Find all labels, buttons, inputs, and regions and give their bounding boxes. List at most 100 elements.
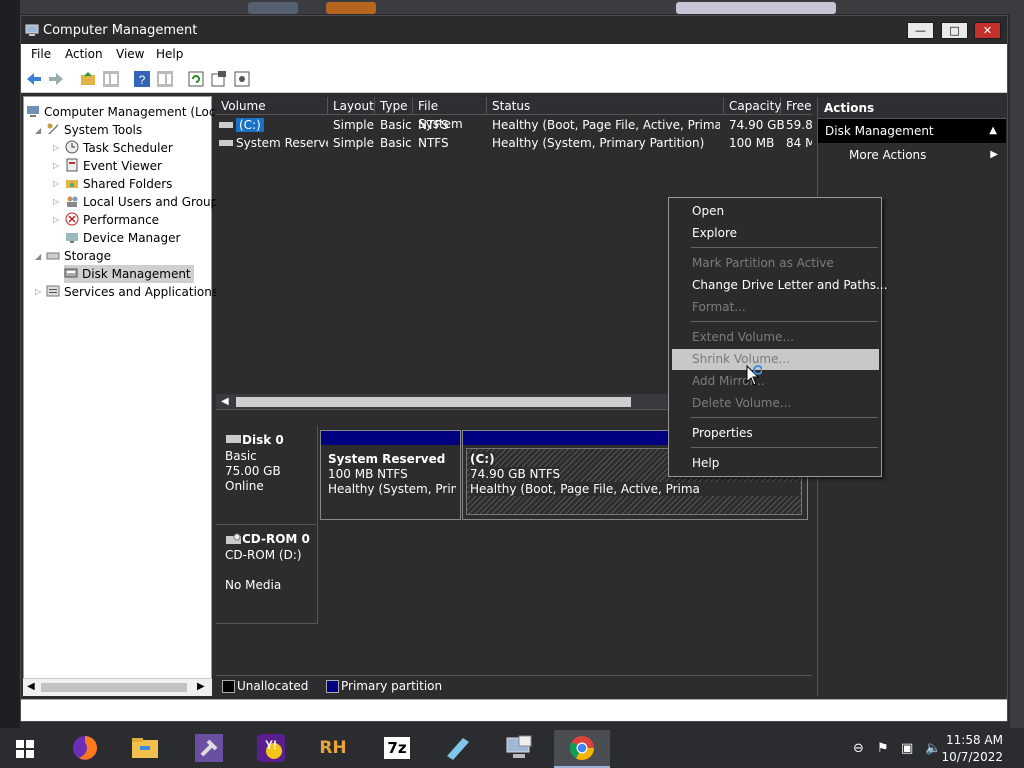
yahoo-messenger-icon[interactable]: Y! [252, 732, 290, 764]
partition-name: (C:) [470, 452, 495, 466]
hammer-app-icon[interactable] [190, 732, 228, 764]
tree-item-event-viewer[interactable]: Event Viewer [65, 157, 162, 175]
cdrom-icon [226, 533, 241, 544]
tree-item-performance[interactable]: Performance [65, 211, 159, 229]
expand-arrow-icon[interactable]: ▷ [53, 215, 59, 224]
more-actions-item[interactable]: More Actions ▶ [818, 143, 1006, 167]
partition-system-reserved[interactable]: System Reserved 100 MB NTFS Healthy (Sys… [320, 430, 461, 520]
ctx-properties[interactable]: Properties [672, 423, 879, 444]
disk-size: 75.00 GB [225, 464, 281, 478]
tree-item-disk-management[interactable]: Disk Management [64, 265, 194, 283]
scroll-right-icon[interactable]: ▶ [197, 681, 205, 692]
cell-volume: (C:) [236, 118, 264, 132]
clock-time[interactable]: 11:58 AM [946, 733, 1003, 747]
cell-type: Basic [380, 118, 412, 132]
file-explorer-icon[interactable] [126, 732, 164, 764]
table-row[interactable]: System Reserved Simple Basic NTFS Health… [216, 134, 812, 152]
ctx-delete-volume[interactable]: Delete Volume... [672, 393, 879, 414]
scrollbar-thumb[interactable] [41, 683, 187, 692]
menu-help[interactable]: Help [156, 47, 183, 61]
expand-arrow-icon[interactable]: ▷ [53, 143, 59, 152]
actions-section-disk-management[interactable]: Disk Management ▲ [818, 119, 1006, 143]
chrome-icon[interactable] [554, 730, 610, 768]
back-arrow-icon[interactable] [25, 70, 43, 88]
clock-date[interactable]: 10/7/2022 [941, 750, 1003, 764]
disk-0-label[interactable]: Disk 0 Basic 75.00 GB Online [216, 426, 318, 525]
table-row[interactable]: (C:) Simple Basic NTFS Healthy (Boot, Pa… [216, 116, 812, 134]
column-header-layout[interactable]: Layout [328, 97, 375, 115]
title-bar[interactable]: Computer Management — □ ✕ [21, 16, 1007, 44]
chevron-right-icon: ▶ [990, 149, 998, 160]
show-hide-tree-icon[interactable] [102, 70, 120, 88]
menu-file[interactable]: File [31, 47, 51, 61]
collapse-up-icon[interactable]: ▲ [989, 119, 997, 143]
tray-network-icon[interactable]: ▣ [901, 741, 915, 756]
cell-capacity: 74.90 GB [729, 118, 785, 132]
tree-item-local-users[interactable]: Local Users and Groups [65, 193, 225, 211]
tree-item-storage[interactable]: Storage [46, 247, 111, 265]
windows-start-icon[interactable] [16, 740, 34, 758]
column-header-capacity[interactable]: Capacity [724, 97, 781, 115]
drive-icon [219, 140, 233, 146]
ctx-change-drive-letter[interactable]: Change Drive Letter and Paths... [672, 275, 887, 296]
tree-label: Shared Folders [83, 177, 173, 191]
tree-item-task-scheduler[interactable]: Task Scheduler [65, 139, 173, 157]
notepad-app-icon[interactable] [438, 732, 476, 764]
column-header-status[interactable]: Status [487, 97, 724, 115]
ctx-extend-volume[interactable]: Extend Volume... [672, 327, 879, 348]
svg-text:?: ? [139, 73, 146, 87]
firefox-icon[interactable] [66, 732, 104, 764]
ctx-format[interactable]: Format... [672, 297, 879, 318]
help-icon[interactable]: ? [133, 70, 151, 88]
column-header-free[interactable]: Free [781, 97, 812, 115]
expand-arrow-icon[interactable]: ▷ [53, 197, 59, 206]
menu-view[interactable]: View [116, 47, 144, 61]
cdrom-0-label[interactable]: CD-ROM 0 CD-ROM (D:) No Media [216, 525, 318, 624]
scroll-left-icon[interactable]: ◀ [221, 396, 229, 407]
desktop-icon[interactable] [248, 2, 298, 14]
column-header-type[interactable]: Type [375, 97, 413, 115]
desktop-icon[interactable] [326, 2, 376, 14]
tree-item-device-manager[interactable]: Device Manager [65, 229, 180, 247]
tray-volume-icon[interactable]: 🔈 [925, 741, 941, 756]
maximize-button[interactable]: □ [941, 22, 968, 39]
refresh-icon[interactable] [187, 70, 205, 88]
expand-arrow-icon[interactable]: ▷ [53, 179, 59, 188]
tray-flag-icon[interactable]: ⚑ [877, 741, 891, 756]
column-header-file-system[interactable]: File System [413, 97, 487, 131]
settings-icon[interactable] [233, 70, 251, 88]
column-header-volume[interactable]: Volume [216, 97, 328, 115]
cell-type: Basic [380, 136, 412, 150]
seven-zip-icon[interactable]: 7z [378, 732, 416, 764]
ctx-explore[interactable]: Explore [672, 223, 879, 244]
menu-bar: File Action View Help [21, 44, 1007, 65]
collapse-arrow-icon[interactable]: ◢ [35, 126, 41, 135]
up-folder-icon[interactable] [79, 70, 97, 88]
tree-horizontal-scrollbar[interactable]: ◀ ▶ [23, 678, 212, 696]
expand-arrow-icon[interactable]: ▷ [53, 161, 59, 170]
tree-item-computer-management[interactable]: Computer Management (Local [26, 103, 226, 121]
cell-file-system: NTFS [418, 136, 449, 150]
ctx-shrink-volume[interactable]: Shrink Volume... [672, 349, 879, 370]
tree-item-services-applications[interactable]: Services and Applications [46, 283, 218, 301]
ctx-mark-active[interactable]: Mark Partition as Active [672, 253, 879, 274]
collapse-arrow-icon[interactable]: ◢ [35, 252, 41, 261]
tree-item-shared-folders[interactable]: Shared Folders [65, 175, 172, 193]
resource-hacker-icon[interactable]: RH [314, 732, 352, 764]
scroll-left-icon[interactable]: ◀ [27, 681, 35, 692]
tray-minus-icon[interactable]: ⊖ [853, 741, 867, 756]
expand-arrow-icon[interactable]: ▷ [35, 287, 41, 296]
ctx-help[interactable]: Help [672, 453, 879, 474]
ctx-open[interactable]: Open [672, 201, 879, 222]
forward-arrow-icon[interactable] [47, 70, 65, 88]
close-button[interactable]: ✕ [974, 22, 1001, 39]
scrollbar-thumb[interactable] [236, 397, 631, 407]
minimize-button[interactable]: — [907, 22, 934, 39]
menu-action[interactable]: Action [65, 47, 103, 61]
show-hide-action-pane-icon[interactable] [156, 70, 174, 88]
properties-icon[interactable] [210, 70, 228, 88]
computer-management-taskbar-icon[interactable] [500, 732, 538, 764]
tree-item-system-tools[interactable]: System Tools [46, 121, 142, 139]
desktop-icon[interactable] [676, 2, 836, 14]
ctx-add-mirror[interactable]: Add Mirror... [672, 371, 879, 392]
